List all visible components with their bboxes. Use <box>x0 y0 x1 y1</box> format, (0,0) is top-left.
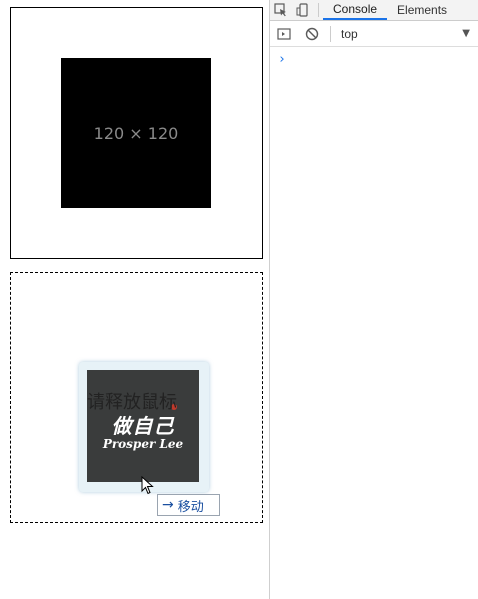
devtools-tabbar: Console Elements <box>270 0 478 21</box>
tab-console[interactable]: Console <box>323 0 388 20</box>
logo-image: 做自己 Prosper Lee <box>87 370 199 482</box>
drag-effect-tooltip: → 移动 <box>157 494 220 516</box>
logo-subtitle: Prosper Lee <box>102 437 184 451</box>
placeholder-label: 120 × 120 <box>93 123 179 143</box>
drag-hint-text: 请释放鼠标 <box>87 392 177 413</box>
console-prompt[interactable]: › <box>278 52 286 67</box>
inspect-element-icon[interactable] <box>270 0 292 20</box>
device-toolbar-icon[interactable] <box>292 0 314 20</box>
webpage-area: 120 × 120 做自己 Prosper Lee 请释放鼠标 → 移动 <box>0 0 269 599</box>
drag-source-box[interactable]: 做自己 Prosper Lee 请释放鼠标 <box>10 272 263 523</box>
tab-elements[interactable]: Elements <box>387 0 457 20</box>
chevron-down-icon[interactable]: ▼ <box>462 28 470 39</box>
context-selector[interactable]: top <box>341 27 462 41</box>
console-toolbar: top ▼ <box>270 21 478 47</box>
clear-console-icon[interactable] <box>298 27 326 41</box>
placeholder-image[interactable]: 120 × 120 <box>61 58 211 208</box>
drag-ghost-image: 做自己 Prosper Lee <box>79 362 209 492</box>
devtools-panel: Console Elements top ▼ › <box>269 0 478 599</box>
show-sidebar-icon[interactable] <box>270 27 298 41</box>
move-arrow-icon: → <box>162 497 174 513</box>
move-label: 移动 <box>177 499 204 515</box>
logo-title: 做自己 <box>111 414 175 438</box>
drop-target-box[interactable]: 120 × 120 <box>10 7 263 259</box>
mouse-cursor-icon <box>141 476 154 495</box>
